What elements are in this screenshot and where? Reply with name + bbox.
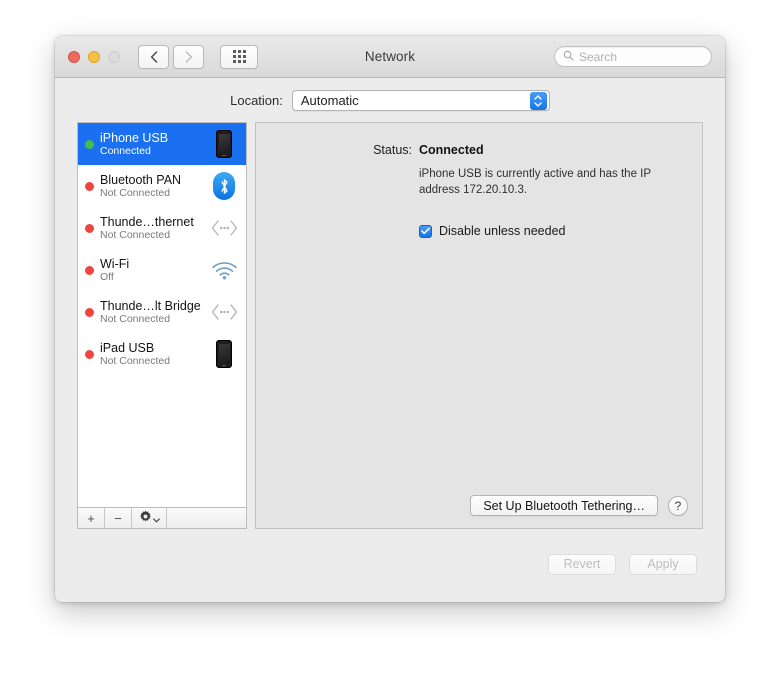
services-toolbar: + − [77,507,247,529]
status-description: iPhone USB is currently active and has t… [419,168,651,197]
status-dot [85,223,94,233]
location-value: Automatic [300,92,359,108]
chevron-updown-icon[interactable] [529,92,547,110]
service-row-iphone-usb[interactable]: iPhone USB Connected [78,123,246,165]
status-block: Status: Connected iPhone USB is currentl… [256,143,702,199]
traffic-light-group [68,50,120,63]
service-row-wifi[interactable]: Wi-Fi Off [78,249,246,291]
status-dot [85,349,94,359]
minus-icon: − [114,510,122,526]
service-text: Bluetooth PAN Not Connected [100,173,204,199]
network-services-sidebar: iPhone USB Connected Bluetooth PAN Not C… [77,122,247,529]
status-line: Status: Connected [256,143,676,157]
forward-button[interactable] [173,44,204,69]
chevron-down-icon [152,511,160,526]
revert-button[interactable]: Revert [548,553,616,575]
service-status: Not Connected [100,355,171,368]
service-row-bluetooth-pan[interactable]: Bluetooth PAN Not Connected [78,165,246,207]
disable-unless-needed-row[interactable]: Disable unless needed [419,224,565,238]
search-icon [563,48,574,66]
service-text: Wi-Fi Off [100,257,204,283]
service-row-thunderbolt-ethernet[interactable]: Thunde…thernet Not Connected [78,207,246,249]
disable-unless-needed-label: Disable unless needed [439,224,566,238]
location-label: Location: [230,92,283,108]
service-text: iPhone USB Connected [100,131,204,157]
location-select[interactable]: Automatic [291,89,550,111]
plus-icon: + [87,510,95,526]
bluetooth-icon [210,171,238,201]
network-preferences-window: Network Search Location: Automatic iPhon… [55,36,725,602]
service-name: Wi-Fi [100,256,130,271]
service-name: iPhone USB [100,130,169,145]
service-row-ipad-usb[interactable]: iPad USB Not Connected [78,333,246,375]
service-actions-button[interactable] [132,508,167,528]
thunderbolt-icon [210,213,238,243]
service-detail-panel: Status: Connected iPhone USB is currentl… [255,122,703,529]
close-button[interactable] [68,50,80,63]
wifi-icon [210,255,238,285]
show-all-preferences-icon [232,50,246,63]
service-name: Thunde…thernet [100,214,194,229]
back-button[interactable] [138,44,169,69]
window-footer: Revert Apply [55,540,725,602]
location-row: Location: Automatic [55,78,725,122]
status-dot [85,307,94,317]
service-name: Thunde…lt Bridge [100,298,201,313]
service-status: Not Connected [100,313,171,326]
back-icon [150,50,158,63]
status-dot [85,265,94,275]
set-up-bluetooth-tethering-button[interactable]: Set Up Bluetooth Tethering… [470,495,658,516]
service-name: Bluetooth PAN [100,172,182,187]
gear-icon [139,510,152,526]
toolbar-filler [167,508,246,528]
search-input[interactable]: Search [554,46,712,67]
show-all-preferences-button[interactable] [220,44,258,69]
service-status: Connected [100,145,151,158]
navigation-buttons [138,44,204,69]
iphone-icon [210,129,238,159]
search-placeholder: Search [579,49,618,64]
service-status: Off [100,271,114,284]
service-name: iPad USB [100,340,155,355]
content-area: iPhone USB Connected Bluetooth PAN Not C… [55,122,725,540]
disable-unless-needed-checkbox[interactable] [419,224,432,238]
status-label: Status: [373,143,412,157]
zoom-button [108,50,120,63]
add-service-button[interactable]: + [78,508,105,528]
service-text: Thunde…lt Bridge Not Connected [100,299,204,325]
service-status: Not Connected [100,229,171,242]
apply-button[interactable]: Apply [629,553,697,575]
service-row-thunderbolt-bridge[interactable]: Thunde…lt Bridge Not Connected [78,291,246,333]
service-text: Thunde…thernet Not Connected [100,215,204,241]
network-services-list[interactable]: iPhone USB Connected Bluetooth PAN Not C… [77,122,247,507]
window-titlebar: Network Search [55,36,725,78]
ipad-icon [210,339,238,369]
minimize-button[interactable] [88,50,100,63]
status-dot [85,139,94,149]
forward-icon [185,50,193,63]
detail-actions: Set Up Bluetooth Tethering… ? [470,495,688,516]
service-text: iPad USB Not Connected [100,341,204,367]
remove-service-button[interactable]: − [105,508,132,528]
status-dot [85,181,94,191]
thunderbolt-icon [210,297,238,327]
service-status: Not Connected [100,187,171,200]
status-badge: Connected [419,143,484,157]
help-button[interactable]: ? [668,495,688,516]
